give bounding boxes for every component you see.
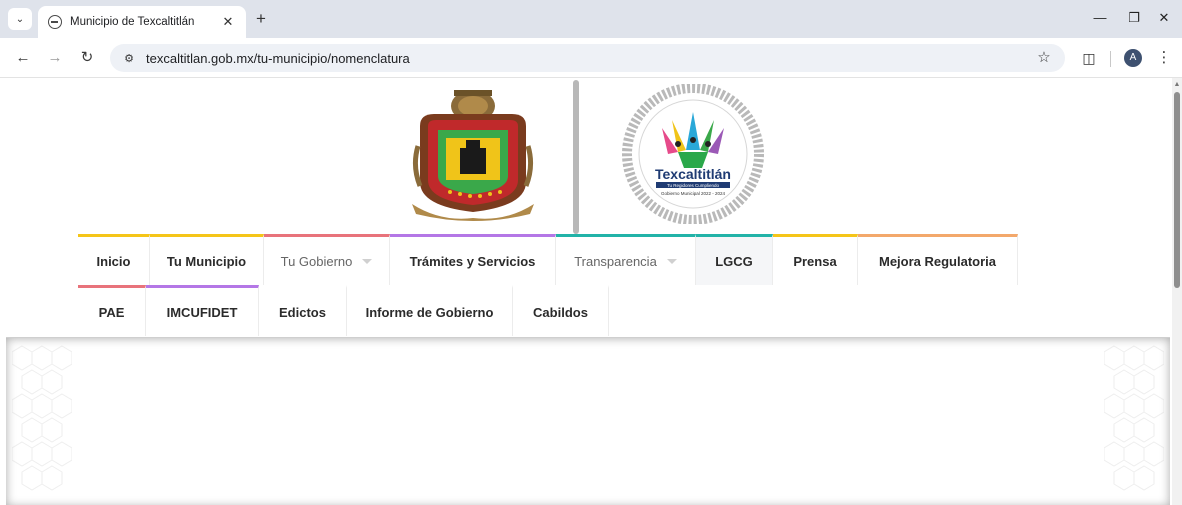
hero-pattern-left xyxy=(12,345,72,491)
menu-item-label: PAE xyxy=(98,304,125,320)
tab-title: Municipio de Texcaltitlán xyxy=(70,16,195,28)
menu-item-label: Mejora Regulatoria xyxy=(878,253,997,269)
svg-text:Texcaltitlán: Texcaltitlán xyxy=(655,166,731,182)
page-scrollbar[interactable]: ▲ xyxy=(1172,78,1182,505)
more-vert-icon[interactable]: ⋮ xyxy=(1156,47,1172,69)
restore-icon[interactable]: ❐ xyxy=(1122,8,1146,28)
menu-item-tu-municipio[interactable]: Tu Municipio xyxy=(150,234,264,285)
tune-icon[interactable]: ⚙ xyxy=(120,49,138,67)
chevron-down-icon[interactable]: ⌄ xyxy=(8,8,32,30)
menu-item-label: Prensa xyxy=(793,253,837,269)
reload-icon[interactable]: ↻ xyxy=(76,47,98,69)
main-menu-row-2: PAE IMCUFIDET Edictos Informe de Gobierno Ca… xyxy=(78,285,609,336)
svg-text:Tu Regidores Cumpliendo: Tu Regidores Cumpliendo xyxy=(667,183,720,188)
menu-item-cabildos[interactable]: Cabildos xyxy=(513,285,609,336)
menu-item-pae[interactable]: PAE xyxy=(78,285,146,336)
scroll-up-icon[interactable]: ▲ xyxy=(1172,80,1182,90)
menu-item-label: Tu Gobierno xyxy=(280,253,353,269)
star-icon[interactable]: ☆ xyxy=(1033,47,1055,69)
browser-tab[interactable]: Municipio de Texcaltitlán ✕ xyxy=(38,6,246,38)
menu-item-label: Inicio xyxy=(96,253,131,269)
menu-item-label: IMCUFIDET xyxy=(166,304,238,320)
menu-item-label: Transparencia xyxy=(574,253,657,269)
menu-item-edictos[interactable]: Edictos xyxy=(259,285,347,336)
government-logo[interactable]: Texcaltitlán Tu Regidores Cumpliendo Gob… xyxy=(622,84,764,224)
menu-item-label: Trámites y Servicios xyxy=(409,253,536,269)
svg-text:Gobierno Municipal 2022 - 2024: Gobierno Municipal 2022 - 2024 xyxy=(661,191,726,196)
arrow-left-icon[interactable]: ← xyxy=(12,47,34,69)
menu-item-transparencia[interactable]: Transparencia xyxy=(556,234,696,285)
caret-down-icon xyxy=(362,258,373,264)
caret-down-icon xyxy=(666,258,677,264)
menu-item-tu-gobierno[interactable]: Tu Gobierno xyxy=(264,234,390,285)
close-icon[interactable]: ✕ xyxy=(220,14,236,30)
menu-item-lgcg[interactable]: LGCG xyxy=(696,234,773,285)
browser-tabstrip: ⌄ Municipio de Texcaltitlán ✕ + — ❐ ✕ xyxy=(0,0,1182,38)
avatar[interactable]: A xyxy=(1124,49,1142,67)
globe-icon xyxy=(48,15,62,29)
toolbar-divider xyxy=(1110,51,1111,67)
menu-item-inicio[interactable]: Inicio xyxy=(78,234,150,285)
plus-icon[interactable]: + xyxy=(250,8,272,30)
address-bar[interactable]: ⚙ texcaltitlan.gob.mx/tu-municipio/nomen… xyxy=(110,44,1065,72)
menu-item-label: Edictos xyxy=(279,304,326,320)
menu-item-mejora-regulatoria[interactable]: Mejora Regulatoria xyxy=(858,234,1018,285)
scrollbar-thumb[interactable] xyxy=(1174,92,1180,288)
menu-item-imcufidet[interactable]: IMCUFIDET xyxy=(146,285,259,336)
menu-item-label: Informe de Gobierno xyxy=(365,304,494,320)
logo-divider xyxy=(573,80,579,234)
menu-item-prensa[interactable]: Prensa xyxy=(773,234,858,285)
hero-pattern-right xyxy=(1104,345,1164,491)
minimize-icon[interactable]: — xyxy=(1088,8,1112,28)
page-viewport: Texcaltitlán Tu Regidores Cumpliendo Gob… xyxy=(0,78,1172,505)
menu-item-tramites-y-servicios[interactable]: Trámites y Servicios xyxy=(390,234,556,285)
coat-of-arms-logo[interactable] xyxy=(410,86,536,222)
menu-item-label: Tu Municipio xyxy=(166,253,247,269)
menu-item-label: LGCG xyxy=(715,253,753,269)
main-menu-row-1: Inicio Tu Municipio Tu Gobierno Trámites y … xyxy=(78,234,1018,285)
hero-banner[interactable] xyxy=(6,337,1170,505)
browser-toolbar: ← → ↻ ⚙ texcaltitlan.gob.mx/tu-municipio… xyxy=(0,38,1182,78)
close-icon[interactable]: ✕ xyxy=(1152,8,1176,28)
puzzle-icon[interactable]: ◫ xyxy=(1078,47,1100,69)
arrow-right-icon[interactable]: → xyxy=(44,47,66,69)
url-text[interactable]: texcaltitlan.gob.mx/tu-municipio/nomencl… xyxy=(146,51,410,66)
menu-item-informe-de-gobierno[interactable]: Informe de Gobierno xyxy=(347,285,513,336)
menu-item-label: Cabildos xyxy=(533,304,588,320)
